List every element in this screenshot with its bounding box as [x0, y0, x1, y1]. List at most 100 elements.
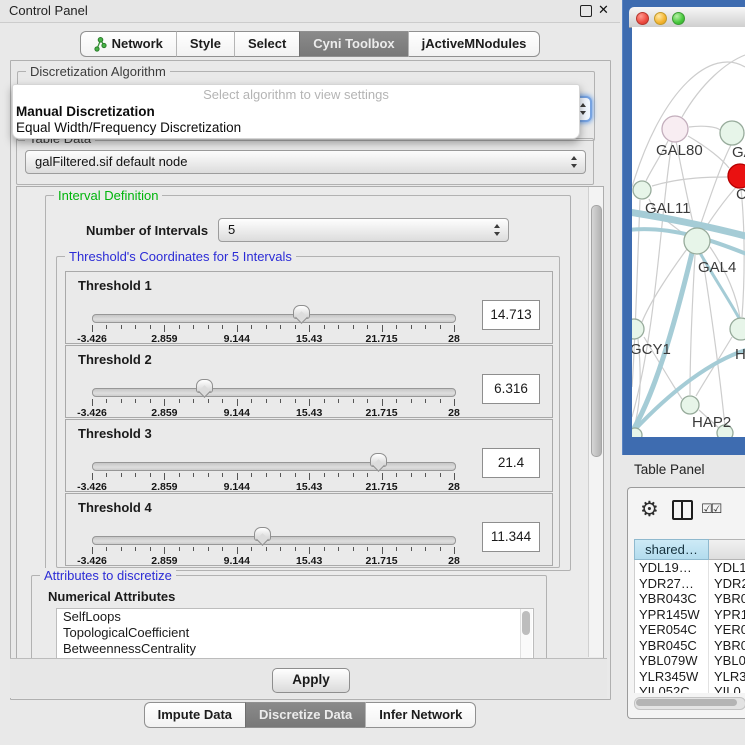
tick-mark [396, 399, 397, 403]
attribute-item-betweennesscentrality[interactable]: BetweennessCentrality [57, 641, 533, 657]
tab-impute-data[interactable]: Impute Data [144, 702, 245, 728]
float-window-icon[interactable] [580, 5, 592, 17]
network-edge[interactable] [710, 247, 740, 318]
threshold-slider-thumb[interactable] [293, 305, 310, 319]
table-row[interactable]: YPR145WYPR1 [635, 607, 745, 623]
number-of-intervals-combo[interactable]: 5 [218, 218, 509, 242]
gear-icon[interactable]: ⚙ [640, 497, 659, 522]
network-edge[interactable] [699, 145, 731, 229]
network-node[interactable] [633, 181, 651, 199]
tab-jactivemnodules[interactable]: jActiveMNodules [408, 31, 541, 57]
tick-mark [425, 473, 426, 477]
threshold-tick-labels: -3.4262.8599.14415.4321.71528 [92, 333, 454, 344]
algorithm-hint-item[interactable]: Select algorithm to view settings [13, 87, 579, 102]
threshold-slider-track[interactable] [92, 462, 456, 471]
network-node-label: GAL11 [645, 200, 691, 217]
tick-mark [411, 325, 412, 329]
numerical-attributes-list[interactable]: SelfLoopsTopologicalCoefficientBetweenne… [56, 608, 534, 660]
checkboxes-icon[interactable]: ☑☑ [701, 501, 720, 517]
tab-network[interactable]: Network [80, 31, 176, 57]
tab-select[interactable]: Select [234, 31, 299, 57]
tick-label: -3.426 [77, 407, 107, 419]
network-node[interactable] [681, 396, 699, 414]
tick-label: -3.426 [77, 481, 107, 493]
table-rows: YDL19…YDL1YDR27…YDR2YBR043CYBR0YPR145WYP… [634, 560, 745, 693]
threshold-slider-thumb[interactable] [370, 453, 387, 467]
network-node[interactable] [728, 164, 745, 188]
tick-mark [193, 325, 194, 329]
tick-label: 21.715 [366, 481, 398, 493]
algorithm-option-equal-width-frequency-discretization[interactable]: Equal Width/Frequency Discretization [16, 120, 241, 135]
network-node[interactable] [720, 121, 744, 145]
attribute-item-selfloops[interactable]: SelfLoops [57, 609, 533, 625]
tick-mark [382, 547, 383, 554]
threshold-slider-thumb[interactable] [254, 527, 271, 541]
scrollbar-thumb[interactable] [636, 699, 737, 706]
cell-name: YDR2 [709, 576, 745, 592]
table-row[interactable]: YIL052CYIL0 [635, 684, 745, 693]
column-header-name[interactable]: n [709, 539, 745, 560]
attributes-list-scrollbar[interactable] [520, 609, 532, 659]
tick-label: -3.426 [77, 333, 107, 345]
threshold-slider-thumb[interactable] [196, 379, 213, 393]
table-row[interactable]: YBR045CYBR0 [635, 638, 745, 654]
column-header-shared-name[interactable]: shared… [634, 539, 709, 560]
close-traffic-light-icon[interactable] [636, 12, 649, 25]
tick-mark [411, 473, 412, 477]
table-row[interactable]: YDR27…YDR2 [635, 576, 745, 592]
network-node[interactable] [632, 428, 642, 437]
table-row[interactable]: YER054CYER0 [635, 622, 745, 638]
network-edge[interactable] [689, 126, 720, 130]
tick-mark [440, 399, 441, 403]
table-row[interactable]: YDL19…YDL1 [635, 560, 745, 576]
tab-cyni-toolbox[interactable]: Cyni Toolbox [299, 31, 407, 57]
network-edge[interactable] [702, 254, 725, 427]
threshold-slider-track[interactable] [92, 388, 456, 397]
tick-mark [106, 473, 107, 477]
table-row[interactable]: YLR345WYLR3 [635, 669, 745, 685]
network-node-label: GCY1 [632, 341, 671, 358]
scrollbar-thumb[interactable] [522, 611, 530, 635]
network-edge[interactable] [642, 249, 687, 322]
threshold-value-field[interactable]: 14.713 [482, 300, 540, 330]
zoom-traffic-light-icon[interactable] [672, 12, 685, 25]
tick-mark [164, 473, 165, 480]
network-canvas[interactable]: GAL80GACGAL11GAL4GCY1HHAP2 [632, 27, 745, 437]
close-icon[interactable]: ✕ [598, 2, 609, 18]
tab-style[interactable]: Style [176, 31, 234, 57]
tick-mark [353, 547, 354, 551]
tick-label: 9.144 [224, 407, 250, 419]
threshold-value-field[interactable]: 21.4 [482, 448, 540, 478]
threshold-value-field[interactable]: 6.316 [482, 374, 540, 404]
thresholds-group: Threshold's Coordinates for 5 Intervals … [56, 256, 560, 568]
network-edge[interactable] [696, 337, 732, 396]
tick-mark [237, 547, 238, 554]
tick-mark [222, 547, 223, 551]
minimize-traffic-light-icon[interactable] [654, 12, 667, 25]
table-row[interactable]: YBR043CYBR0 [635, 591, 745, 607]
attribute-item-topologicalcoefficient[interactable]: TopologicalCoefficient [57, 625, 533, 641]
tick-mark [121, 473, 122, 477]
settings-vertical-scrollbar[interactable] [588, 187, 603, 657]
cell-name: YBR0 [709, 591, 745, 607]
network-node[interactable] [730, 318, 745, 340]
table-data-combo[interactable]: galFiltered.sif default node [25, 150, 586, 174]
tick-mark [396, 547, 397, 551]
tab-infer-network[interactable]: Infer Network [365, 702, 476, 728]
tick-mark [92, 473, 93, 480]
threshold-slider-track[interactable] [92, 536, 456, 545]
network-edge[interactable] [690, 255, 695, 395]
network-node[interactable] [662, 116, 688, 142]
tab-discretize-data[interactable]: Discretize Data [245, 702, 365, 728]
columns-icon[interactable] [672, 500, 693, 520]
network-node[interactable] [684, 228, 710, 254]
apply-button[interactable]: Apply [272, 668, 350, 693]
table-row[interactable]: YBL079WYBL0 [635, 653, 745, 669]
table-horizontal-scrollbar[interactable] [634, 697, 745, 710]
scrollbar-thumb[interactable] [591, 205, 602, 457]
algorithm-option-manual-discretization[interactable]: Manual Discretization [16, 104, 155, 119]
threshold-value-field[interactable]: 11.344 [482, 522, 540, 552]
threshold-slider-track[interactable] [92, 314, 456, 323]
tick-mark [309, 547, 310, 554]
cell-name: YER0 [709, 622, 745, 638]
